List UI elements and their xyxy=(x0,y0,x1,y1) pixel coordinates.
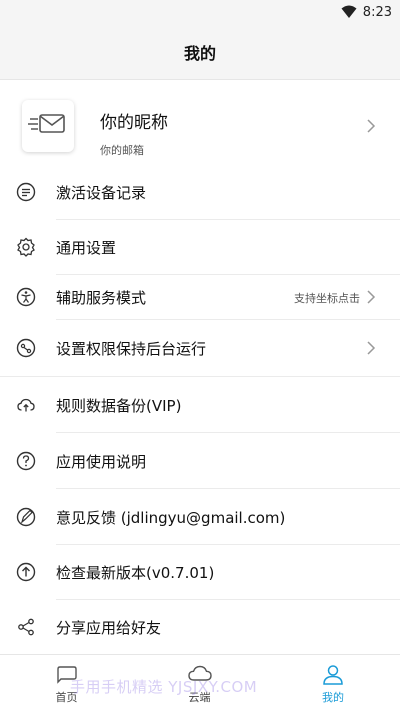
page-header: 我的 xyxy=(0,24,400,80)
page-title: 我的 xyxy=(183,43,216,63)
menu-item-label: 辅助服务模式 xyxy=(56,289,147,307)
menu-item-general-settings[interactable]: 通用设置 xyxy=(0,220,400,274)
tab-label: 云端 xyxy=(188,691,211,704)
menu-item-label: 激活设备记录 xyxy=(56,184,147,202)
chevron-right-icon xyxy=(366,289,376,309)
tab-cloud[interactable]: 云端 xyxy=(133,655,266,710)
update-icon xyxy=(14,560,38,584)
home-icon xyxy=(55,663,79,685)
accessibility-mode-hint: 支持坐标点击 xyxy=(294,292,360,305)
avatar[interactable] xyxy=(22,100,74,152)
list-icon xyxy=(14,180,38,204)
menu-item-label: 意见反馈 (jdlingyu@gmail.com) xyxy=(56,509,286,527)
user-icon xyxy=(321,663,345,687)
feedback-icon xyxy=(14,505,38,529)
menu-item-usage-guide[interactable]: 应用使用说明 xyxy=(0,433,400,488)
mail-icon xyxy=(28,109,68,143)
menu-item-activation-records[interactable]: 激活设备记录 xyxy=(0,164,400,219)
cloud-icon xyxy=(187,663,213,685)
menu-item-label: 设置权限保持后台运行 xyxy=(56,340,207,358)
menu-item-background-permission[interactable]: 设置权限保持后台运行 xyxy=(0,320,400,376)
menu-item-rule-backup[interactable]: 规则数据备份(VIP) xyxy=(0,377,400,432)
bottom-tab-bar: 首页 云端 我的 xyxy=(0,654,400,710)
run-background-icon xyxy=(14,336,38,360)
chevron-right-icon xyxy=(366,118,376,138)
tab-mine[interactable]: 我的 xyxy=(266,655,400,710)
menu-item-label: 分享应用给好友 xyxy=(56,619,162,637)
menu-item-label: 规则数据备份(VIP) xyxy=(56,397,182,415)
help-icon xyxy=(14,449,38,473)
tab-home[interactable]: 首页 xyxy=(0,655,133,710)
menu-item-feedback[interactable]: 意见反馈 (jdlingyu@gmail.com) xyxy=(0,489,400,544)
tab-label: 首页 xyxy=(55,691,78,704)
cloud-upload-icon xyxy=(14,393,38,417)
status-bar: 8:23 xyxy=(0,0,400,24)
status-time: 8:23 xyxy=(362,4,392,20)
wifi-icon xyxy=(341,5,357,19)
gear-icon xyxy=(14,235,38,259)
menu-item-accessibility-mode[interactable]: 辅助服务模式 支持坐标点击 xyxy=(0,275,400,319)
chevron-right-icon xyxy=(366,340,376,360)
nickname: 你的昵称 xyxy=(100,113,168,133)
accessibility-icon xyxy=(14,285,38,309)
menu-item-label: 检查最新版本(v0.7.01) xyxy=(56,564,215,582)
share-icon xyxy=(14,615,38,639)
menu-item-share-app[interactable]: 分享应用给好友 xyxy=(0,600,400,654)
menu-item-label: 通用设置 xyxy=(56,239,117,257)
profile-row[interactable]: 你的昵称 你的邮箱 xyxy=(0,90,400,170)
email-label: 你的邮箱 xyxy=(100,144,144,157)
menu-item-label: 应用使用说明 xyxy=(56,453,147,471)
menu-item-check-update[interactable]: 检查最新版本(v0.7.01) xyxy=(0,545,400,599)
tab-label: 我的 xyxy=(322,691,344,704)
